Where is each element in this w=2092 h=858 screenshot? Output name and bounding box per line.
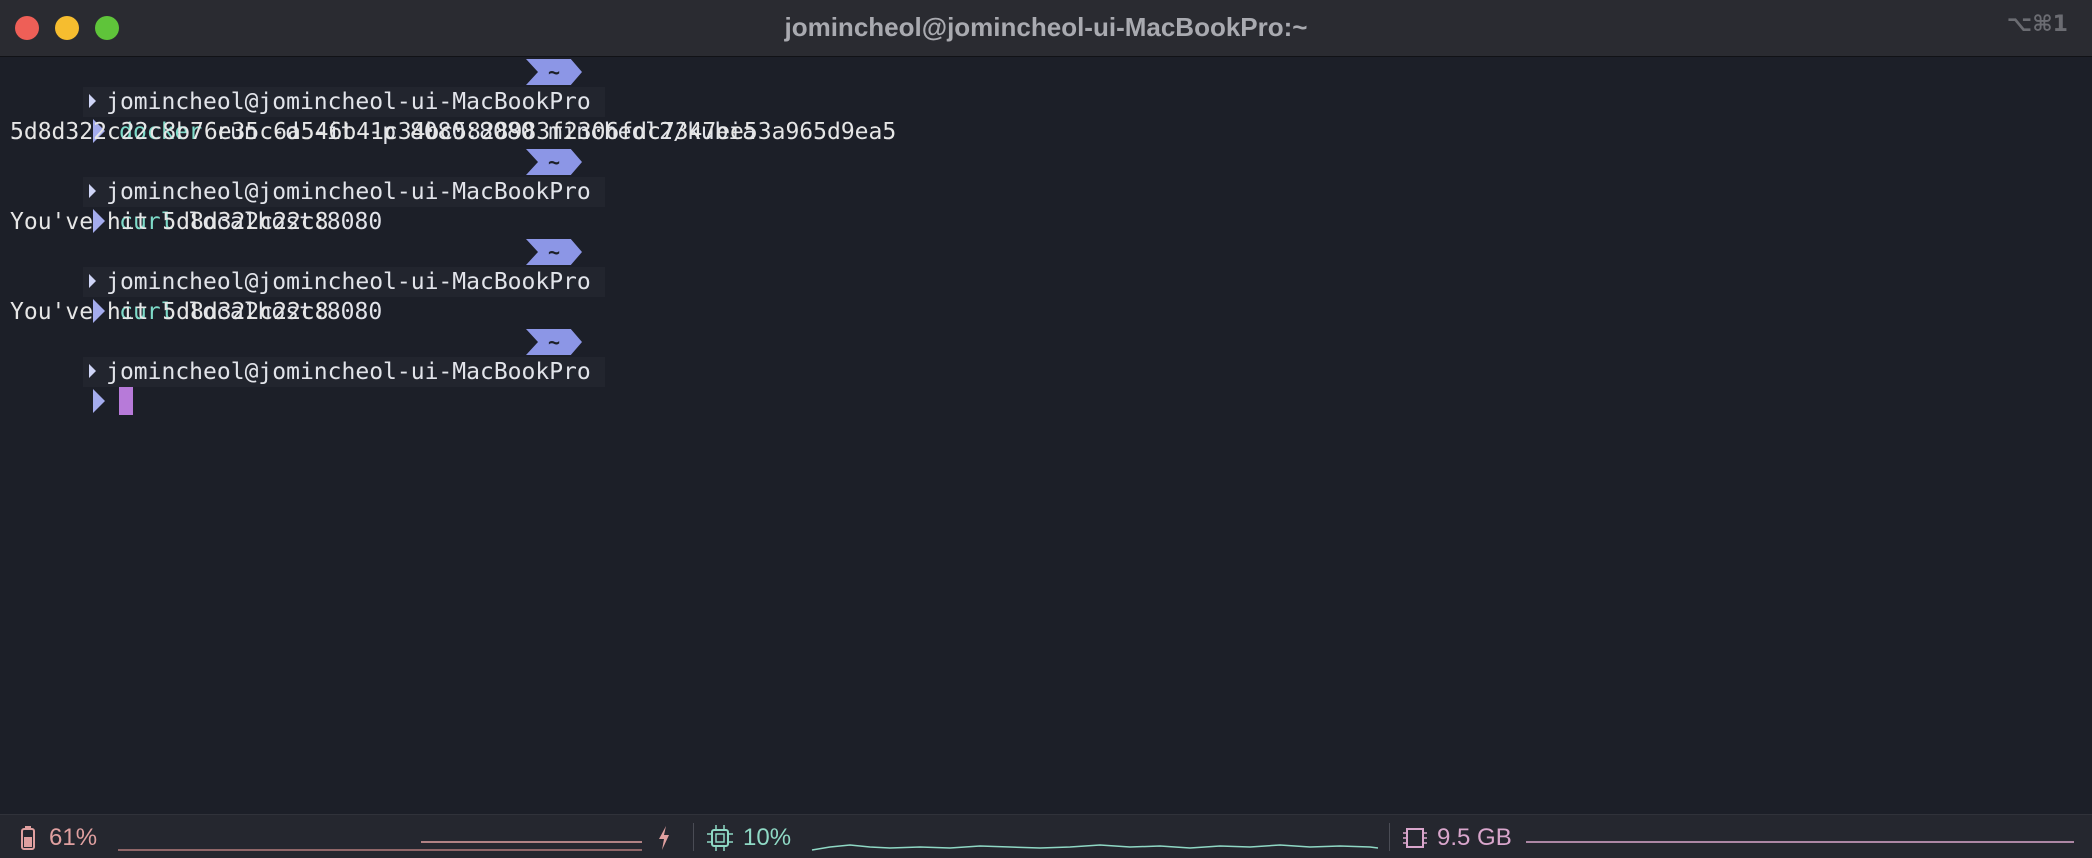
memory-icon: [1403, 828, 1427, 848]
prompt-context-line: jomincheol@jomincheol-ui-MacBookPro ~: [0, 147, 605, 207]
command-line: docker run -d -it -p 8080:8080 mincheol2…: [0, 87, 756, 145]
prompt-user-host: jomincheol@jomincheol-ui-MacBookPro: [106, 359, 591, 385]
cpu-graph: [811, 844, 1379, 851]
battery-graph: [118, 841, 642, 851]
command-output: You've hit 5d8d322c22c8: [10, 209, 329, 235]
status-divider: [1389, 823, 1390, 851]
prompt-dir: ~: [526, 59, 582, 85]
command-output: 5d8d322c22c8b76e35c6a546b41c34bc5828983f…: [10, 119, 897, 145]
status-divider: [693, 823, 694, 851]
cpu-icon: [707, 825, 733, 851]
prompt-context-line: jomincheol@jomincheol-ui-MacBookPro ~: [0, 57, 605, 117]
text-cursor: [119, 387, 134, 415]
title-bar[interactable]: jomincheol@jomincheol-ui-MacBookPro:~ ⌥⌘…: [0, 0, 2092, 57]
command-output: You've hit 5d8d322c22c8: [10, 299, 329, 325]
lightning-icon: [659, 826, 669, 850]
prompt-arrow-icon: [93, 389, 106, 413]
command-line: curl localhost:8080: [0, 177, 382, 235]
battery-value: 61%: [49, 824, 98, 851]
terminal-window: jomincheol@jomincheol-ui-MacBookPro:~ ⌥⌘…: [0, 0, 2092, 858]
terminal-content[interactable]: jomincheol@jomincheol-ui-MacBookPro ~ doc…: [0, 57, 2092, 814]
window-shortcut: ⌥⌘1: [2006, 12, 2068, 37]
prompt-dir: ~: [526, 149, 582, 175]
prompt-context-line: jomincheol@jomincheol-ui-MacBookPro ~: [0, 327, 605, 387]
prompt-dir: ~: [526, 239, 582, 265]
command-line: curl localhost:8080: [0, 267, 382, 325]
memory-graph: [1526, 841, 2074, 843]
prompt-context-line: jomincheol@jomincheol-ui-MacBookPro ~: [0, 237, 605, 297]
prompt-dir: ~: [526, 329, 582, 355]
prompt-context: jomincheol@jomincheol-ui-MacBookPro: [83, 357, 605, 387]
battery-icon: [21, 826, 35, 850]
cpu-value: 10%: [743, 824, 792, 851]
status-bar: 61% 10% 9.5 GB: [0, 814, 2092, 858]
active-command-line[interactable]: [0, 357, 134, 415]
memory-value: 9.5 GB: [1437, 824, 1512, 851]
window-title: jomincheol@jomincheol-ui-MacBookPro:~: [784, 12, 1308, 42]
